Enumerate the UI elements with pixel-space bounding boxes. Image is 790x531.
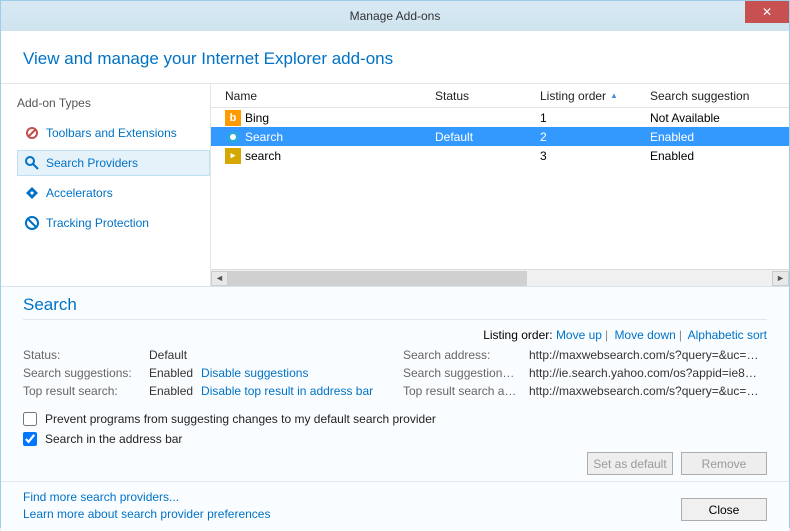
move-up-link[interactable]: Move up — [556, 328, 602, 342]
checkbox-group: Prevent programs from suggesting changes… — [23, 412, 767, 446]
cell-order: 2 — [532, 130, 642, 144]
provider-icon — [225, 129, 241, 145]
table-row[interactable]: b Bing 1 Not Available — [211, 108, 789, 127]
col-header-listing-order[interactable]: Listing order▲ — [532, 89, 642, 103]
window-title: Manage Add-ons — [350, 9, 441, 23]
manage-addons-window: Manage Add-ons ✕ View and manage your In… — [0, 0, 790, 528]
horizontal-scrollbar[interactable]: ◄ ► — [211, 269, 789, 286]
cell-sugg: Not Available — [642, 111, 782, 125]
search-addressbar-checkbox[interactable]: Search in the address bar — [23, 432, 767, 446]
search-address-value: http://maxwebsearch.com/s?query=&uc=2015… — [529, 348, 759, 362]
find-providers-link[interactable]: Find more search providers... — [23, 490, 270, 504]
sidebar-item-search-providers[interactable]: Search Providers — [17, 150, 210, 176]
disable-top-result-link[interactable]: Disable top result in address bar — [201, 384, 373, 398]
table-row[interactable]: Search Default 2 Enabled — [211, 127, 789, 146]
shield-icon — [24, 215, 40, 231]
learn-more-link[interactable]: Learn more about search provider prefere… — [23, 507, 270, 521]
prevent-changes-checkbox[interactable]: Prevent programs from suggesting changes… — [23, 412, 767, 426]
search-suggestion-label: Search suggestion… — [403, 366, 529, 380]
footer: Find more search providers... Learn more… — [1, 481, 789, 531]
grid-panel: Name Status Listing order▲ Search sugges… — [211, 84, 789, 286]
details-title: Search — [23, 295, 767, 315]
provider-icon: ▸ — [225, 148, 241, 164]
grid-rows: b Bing 1 Not Available Search Default 2 E… — [211, 108, 789, 269]
sidebar-item-accelerators[interactable]: Accelerators — [17, 180, 210, 206]
bing-icon: b — [225, 110, 241, 126]
cell-order: 3 — [532, 149, 642, 163]
table-row[interactable]: ▸ search 3 Enabled — [211, 146, 789, 165]
details-left-column: Status:Default Search suggestions:Enable… — [23, 348, 379, 402]
toolbar-icon — [24, 125, 40, 141]
move-down-link[interactable]: Move down — [614, 328, 675, 342]
sidebar-item-label: Search Providers — [46, 156, 138, 170]
search-icon — [24, 155, 40, 171]
set-default-button[interactable]: Set as default — [587, 452, 673, 475]
col-header-name[interactable]: Name — [217, 89, 427, 103]
alphabetic-sort-link[interactable]: Alphabetic sort — [688, 328, 767, 342]
col-header-status[interactable]: Status — [427, 89, 532, 103]
suggestions-label: Search suggestions: — [23, 366, 149, 380]
cell-sugg: Enabled — [642, 149, 782, 163]
prevent-changes-input[interactable] — [23, 412, 37, 426]
cell-sugg: Enabled — [642, 130, 782, 144]
search-suggestion-value: http://ie.search.yahoo.com/os?appid=ie8&… — [529, 366, 759, 380]
cell-name: Search — [245, 130, 283, 144]
top-result-address-label: Top result search a… — [403, 384, 529, 398]
sort-arrow-icon: ▲ — [610, 91, 618, 100]
scroll-track[interactable] — [228, 271, 772, 286]
scroll-left-button[interactable]: ◄ — [211, 271, 228, 286]
cell-order: 1 — [532, 111, 642, 125]
col-header-suggestions[interactable]: Search suggestion — [642, 89, 782, 103]
main-body: Add-on Types Toolbars and Extensions Sea… — [1, 84, 789, 286]
scroll-right-button[interactable]: ► — [772, 271, 789, 286]
listing-order-line: Listing order: Move up| Move down| Alpha… — [23, 328, 767, 342]
sidebar-item-label: Toolbars and Extensions — [46, 126, 177, 140]
grid-header: Name Status Listing order▲ Search sugges… — [211, 84, 789, 108]
scroll-thumb[interactable] — [228, 271, 527, 286]
close-button[interactable]: Close — [681, 498, 767, 521]
titlebar: Manage Add-ons ✕ — [1, 1, 789, 31]
sidebar: Add-on Types Toolbars and Extensions Sea… — [1, 84, 211, 286]
accelerator-icon — [24, 185, 40, 201]
remove-button[interactable]: Remove — [681, 452, 767, 475]
details-panel: Search Listing order: Move up| Move down… — [1, 286, 789, 481]
search-address-label: Search address: — [403, 348, 529, 362]
sidebar-item-label: Accelerators — [46, 186, 113, 200]
close-icon: ✕ — [762, 5, 772, 19]
search-addressbar-input[interactable] — [23, 432, 37, 446]
sidebar-item-tracking-protection[interactable]: Tracking Protection — [17, 210, 210, 236]
sidebar-title: Add-on Types — [17, 96, 210, 110]
suggestions-value: Enabled — [149, 366, 193, 380]
divider — [23, 319, 767, 320]
status-value: Default — [149, 348, 187, 362]
top-result-value: Enabled — [149, 384, 193, 398]
top-result-address-value: http://maxwebsearch.com/s?query=&uc=2015… — [529, 384, 759, 398]
disable-suggestions-link[interactable]: Disable suggestions — [201, 366, 308, 380]
cell-name: Bing — [245, 111, 269, 125]
window-close-button[interactable]: ✕ — [745, 1, 789, 23]
top-result-label: Top result search: — [23, 384, 149, 398]
details-right-column: Search address:http://maxwebsearch.com/s… — [403, 348, 767, 402]
sidebar-item-toolbars[interactable]: Toolbars and Extensions — [17, 120, 210, 146]
sidebar-item-label: Tracking Protection — [46, 216, 149, 230]
cell-name: search — [245, 149, 281, 163]
page-heading: View and manage your Internet Explorer a… — [1, 31, 789, 84]
cell-status: Default — [427, 130, 532, 144]
status-label: Status: — [23, 348, 149, 362]
